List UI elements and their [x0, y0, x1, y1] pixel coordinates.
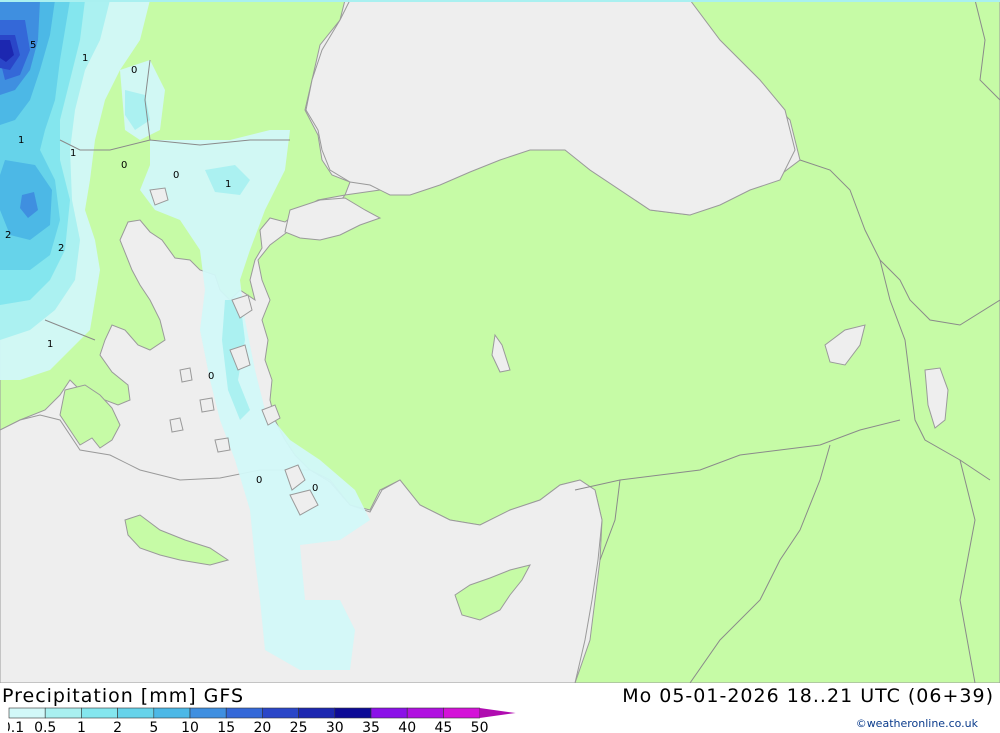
legend-swatch-arrow	[479, 708, 516, 718]
contour-label: 0	[208, 371, 214, 382]
legend-swatch	[334, 707, 372, 719]
legend-label: 40	[398, 720, 416, 733]
legend-label: 45	[434, 720, 452, 733]
top-edge-line	[0, 0, 1000, 2]
legend-label: 0.1	[8, 720, 24, 733]
legend-label: 1	[77, 720, 86, 733]
legend-label: 35	[362, 720, 380, 733]
legend-label: 15	[217, 720, 235, 733]
contour-label: 1	[82, 53, 88, 64]
legend-label: 50	[471, 720, 489, 733]
contour-label: 0	[121, 160, 127, 171]
legend-label: 25	[290, 720, 308, 733]
legend-swatch	[225, 707, 263, 719]
legend-swatch	[370, 707, 408, 719]
contour-label: 1	[70, 148, 76, 159]
credit-link[interactable]: ©weatheronline.co.uk	[856, 717, 978, 730]
contour-label: 1	[225, 179, 231, 190]
legend-swatch	[153, 707, 191, 719]
legend-swatch	[81, 707, 118, 719]
footer: Precipitation [mm] GFS Mo 05-01-2026 18.…	[0, 683, 1000, 733]
legend-label: 20	[253, 720, 271, 733]
legend-label: 30	[326, 720, 344, 733]
legend-swatch	[443, 707, 480, 719]
precipitation-legend: 0.10.5125101520253035404550	[8, 707, 516, 733]
legend-swatch	[406, 707, 444, 719]
contour-label: 5	[30, 40, 36, 51]
legend-swatch	[117, 707, 155, 719]
legend-swatch	[44, 707, 82, 719]
contour-label: 0	[256, 475, 262, 486]
legend-swatch	[8, 707, 46, 719]
legend-swatch	[189, 707, 227, 719]
legend-label: 5	[149, 720, 158, 733]
contour-label: 2	[58, 243, 64, 254]
legend-label: 10	[181, 720, 199, 733]
precipitation-map: 5 1 0 1 1 0 0 1 2 2 1 0 0 0	[0, 0, 1000, 683]
legend-label: 0.5	[34, 720, 56, 733]
contour-label: 0	[312, 483, 318, 494]
legend-swatch	[262, 707, 299, 719]
map-title: Precipitation [mm] GFS	[2, 685, 245, 707]
contour-label: 1	[18, 135, 24, 146]
contour-label: 0	[131, 65, 137, 76]
contour-label: 2	[5, 230, 11, 241]
forecast-datetime: Mo 05-01-2026 18..21 UTC (06+39)	[622, 685, 994, 707]
legend-label: 2	[113, 720, 122, 733]
contour-label: 1	[47, 339, 53, 350]
contour-label: 0	[173, 170, 179, 181]
legend-swatch	[298, 707, 336, 719]
